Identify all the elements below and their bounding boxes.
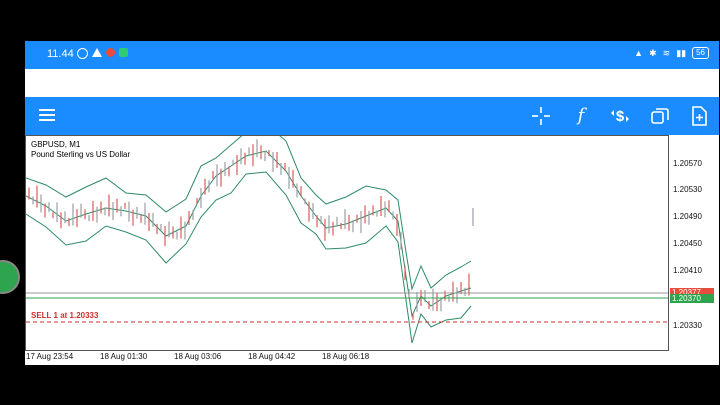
price-tick: 1.20410 xyxy=(673,266,702,275)
svg-text:$: $ xyxy=(616,108,625,125)
whatsapp-icon xyxy=(77,48,88,59)
hamburger-icon[interactable] xyxy=(39,109,55,123)
crosshair-icon[interactable] xyxy=(530,105,552,127)
price-tick: 1.20450 xyxy=(673,239,702,248)
price-tick: 1.20490 xyxy=(673,212,702,221)
wifi-icon: ≋ xyxy=(662,47,671,58)
app-icon xyxy=(119,48,128,57)
chart-description: Pound Sterling vs US Dollar xyxy=(31,150,131,159)
price-tick: 1.20570 xyxy=(673,159,702,168)
chart-symbol: GBPUSD, M1 xyxy=(31,140,81,149)
sell-order-label[interactable]: SELL 1 at 1.20333 xyxy=(31,311,98,320)
add-file-icon[interactable] xyxy=(688,105,710,127)
time-tick: 18 Aug 06:18 xyxy=(322,352,370,361)
system-icons: ▲ ✱ ≋ ▮▮ 56 xyxy=(634,47,709,59)
time-tick: 18 Aug 04:42 xyxy=(248,352,296,361)
dollar-arrows-icon[interactable]: $ xyxy=(609,105,631,127)
app-window: 11.44 ▲ ✱ ≋ ▮▮ 56 f $ GBPUSD, M1 Pound S… xyxy=(25,41,719,365)
price-tick: 1.20530 xyxy=(673,185,702,194)
band-middle xyxy=(25,150,472,318)
chart-toolbar: f $ xyxy=(25,97,719,135)
floating-app-bubble[interactable] xyxy=(0,260,20,294)
windows-icon[interactable] xyxy=(649,105,671,127)
chart-canvas xyxy=(25,123,668,344)
time-tick: 18 Aug 01:30 xyxy=(100,352,148,361)
time-tick: 17 Aug 23:54 xyxy=(26,352,74,361)
chart-frame: GBPUSD, M1 Pound Sterling vs US Dollar S… xyxy=(25,123,669,351)
ask-price-tag: 1.20370 xyxy=(670,294,714,303)
status-time: 11.44 xyxy=(47,48,74,60)
time-tick: 18 Aug 03:06 xyxy=(174,352,222,361)
price-chart[interactable]: GBPUSD, M1 Pound Sterling vs US Dollar S… xyxy=(25,123,719,365)
record-icon xyxy=(106,48,115,57)
signal-icon: ▮▮ xyxy=(676,47,687,58)
alarm-icon: ▲ xyxy=(634,48,644,58)
warning-icon xyxy=(92,48,102,57)
notification-icons xyxy=(77,48,128,59)
price-tick: 1.20330 xyxy=(673,321,702,330)
bluetooth-icon: ✱ xyxy=(649,47,657,58)
status-spacer xyxy=(25,69,719,97)
function-icon[interactable]: f xyxy=(570,105,592,127)
status-bar: 11.44 ▲ ✱ ≋ ▮▮ 56 xyxy=(25,41,719,69)
battery-icon: 56 xyxy=(692,47,709,59)
